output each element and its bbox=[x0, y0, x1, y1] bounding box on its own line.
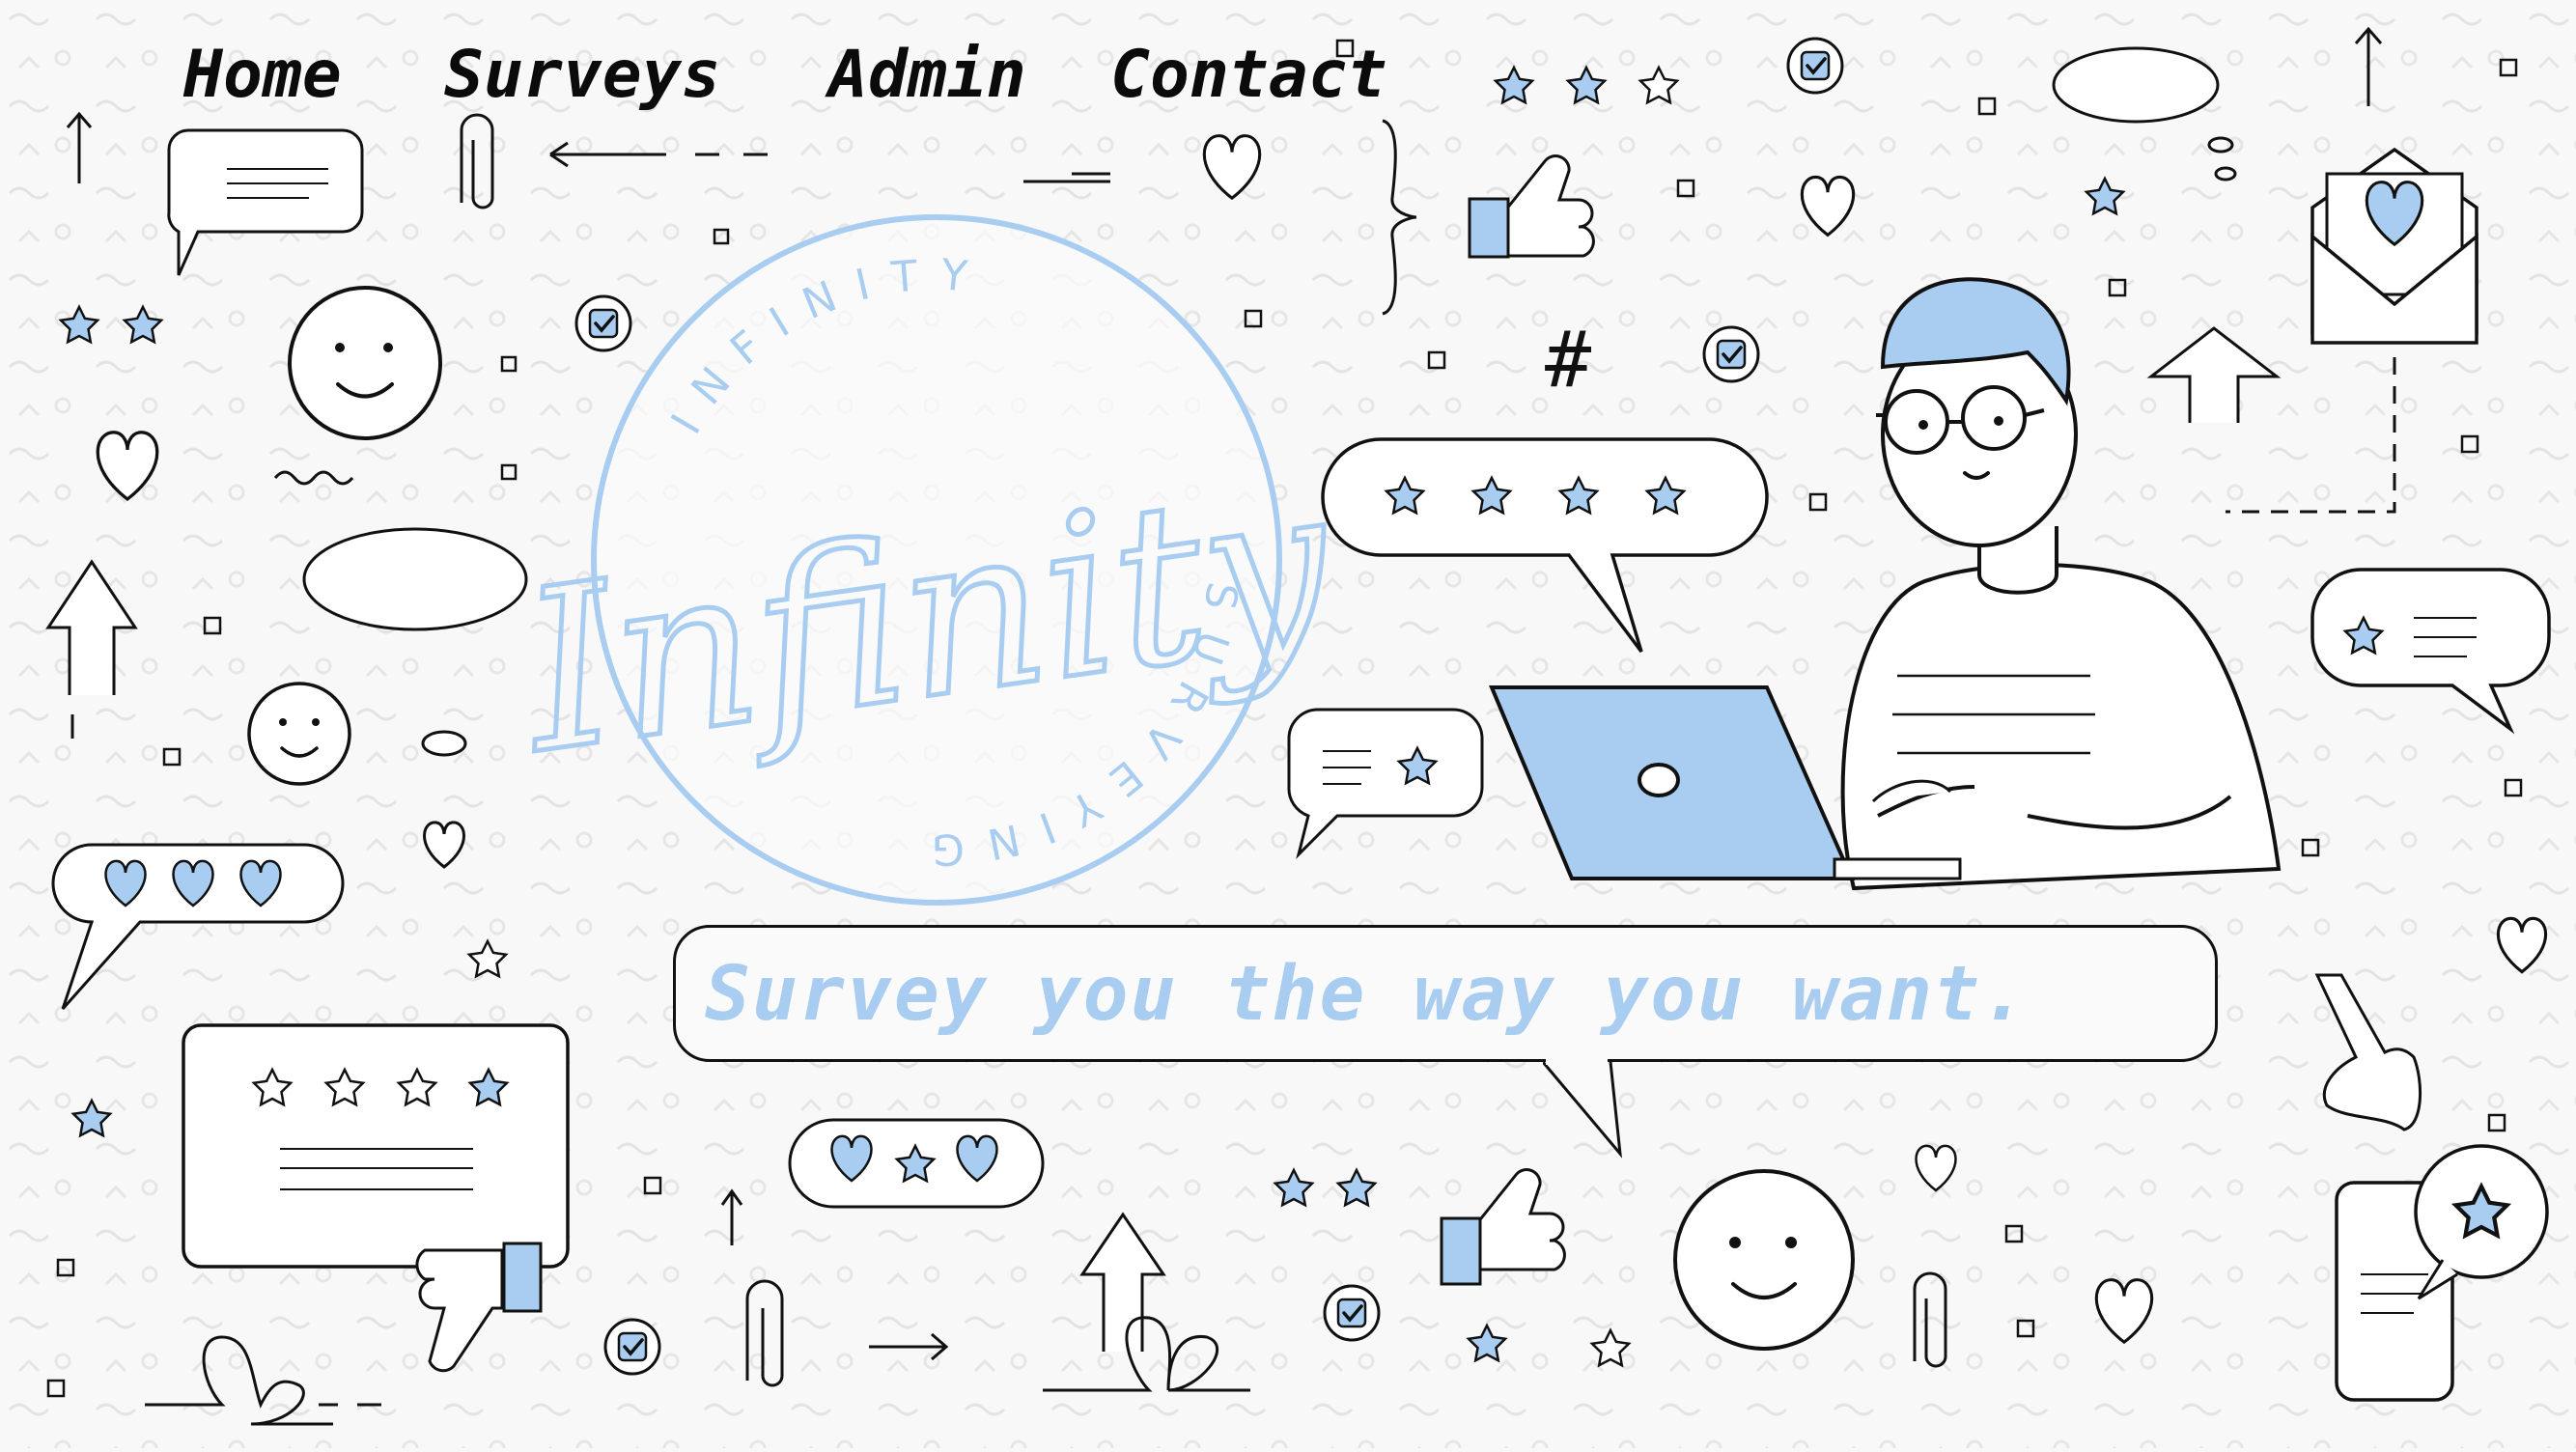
nav-home[interactable]: Home bbox=[183, 37, 342, 113]
nav-surveys[interactable]: Surveys bbox=[444, 37, 721, 113]
nav-admin[interactable]: Admin bbox=[828, 37, 1026, 113]
doodle-background: INFINITY SURVEYING Infinity # bbox=[0, 0, 2576, 1448]
hero-tagline: Survey you the way you want. bbox=[705, 951, 2029, 1038]
svg-text:#: # bbox=[1545, 315, 1592, 405]
nav-contact[interactable]: Contact bbox=[1110, 37, 1387, 113]
tagline-bubble-tail bbox=[1543, 1059, 1623, 1159]
hero-illustration: INFINITY SURVEYING Infinity # bbox=[0, 0, 2576, 1448]
